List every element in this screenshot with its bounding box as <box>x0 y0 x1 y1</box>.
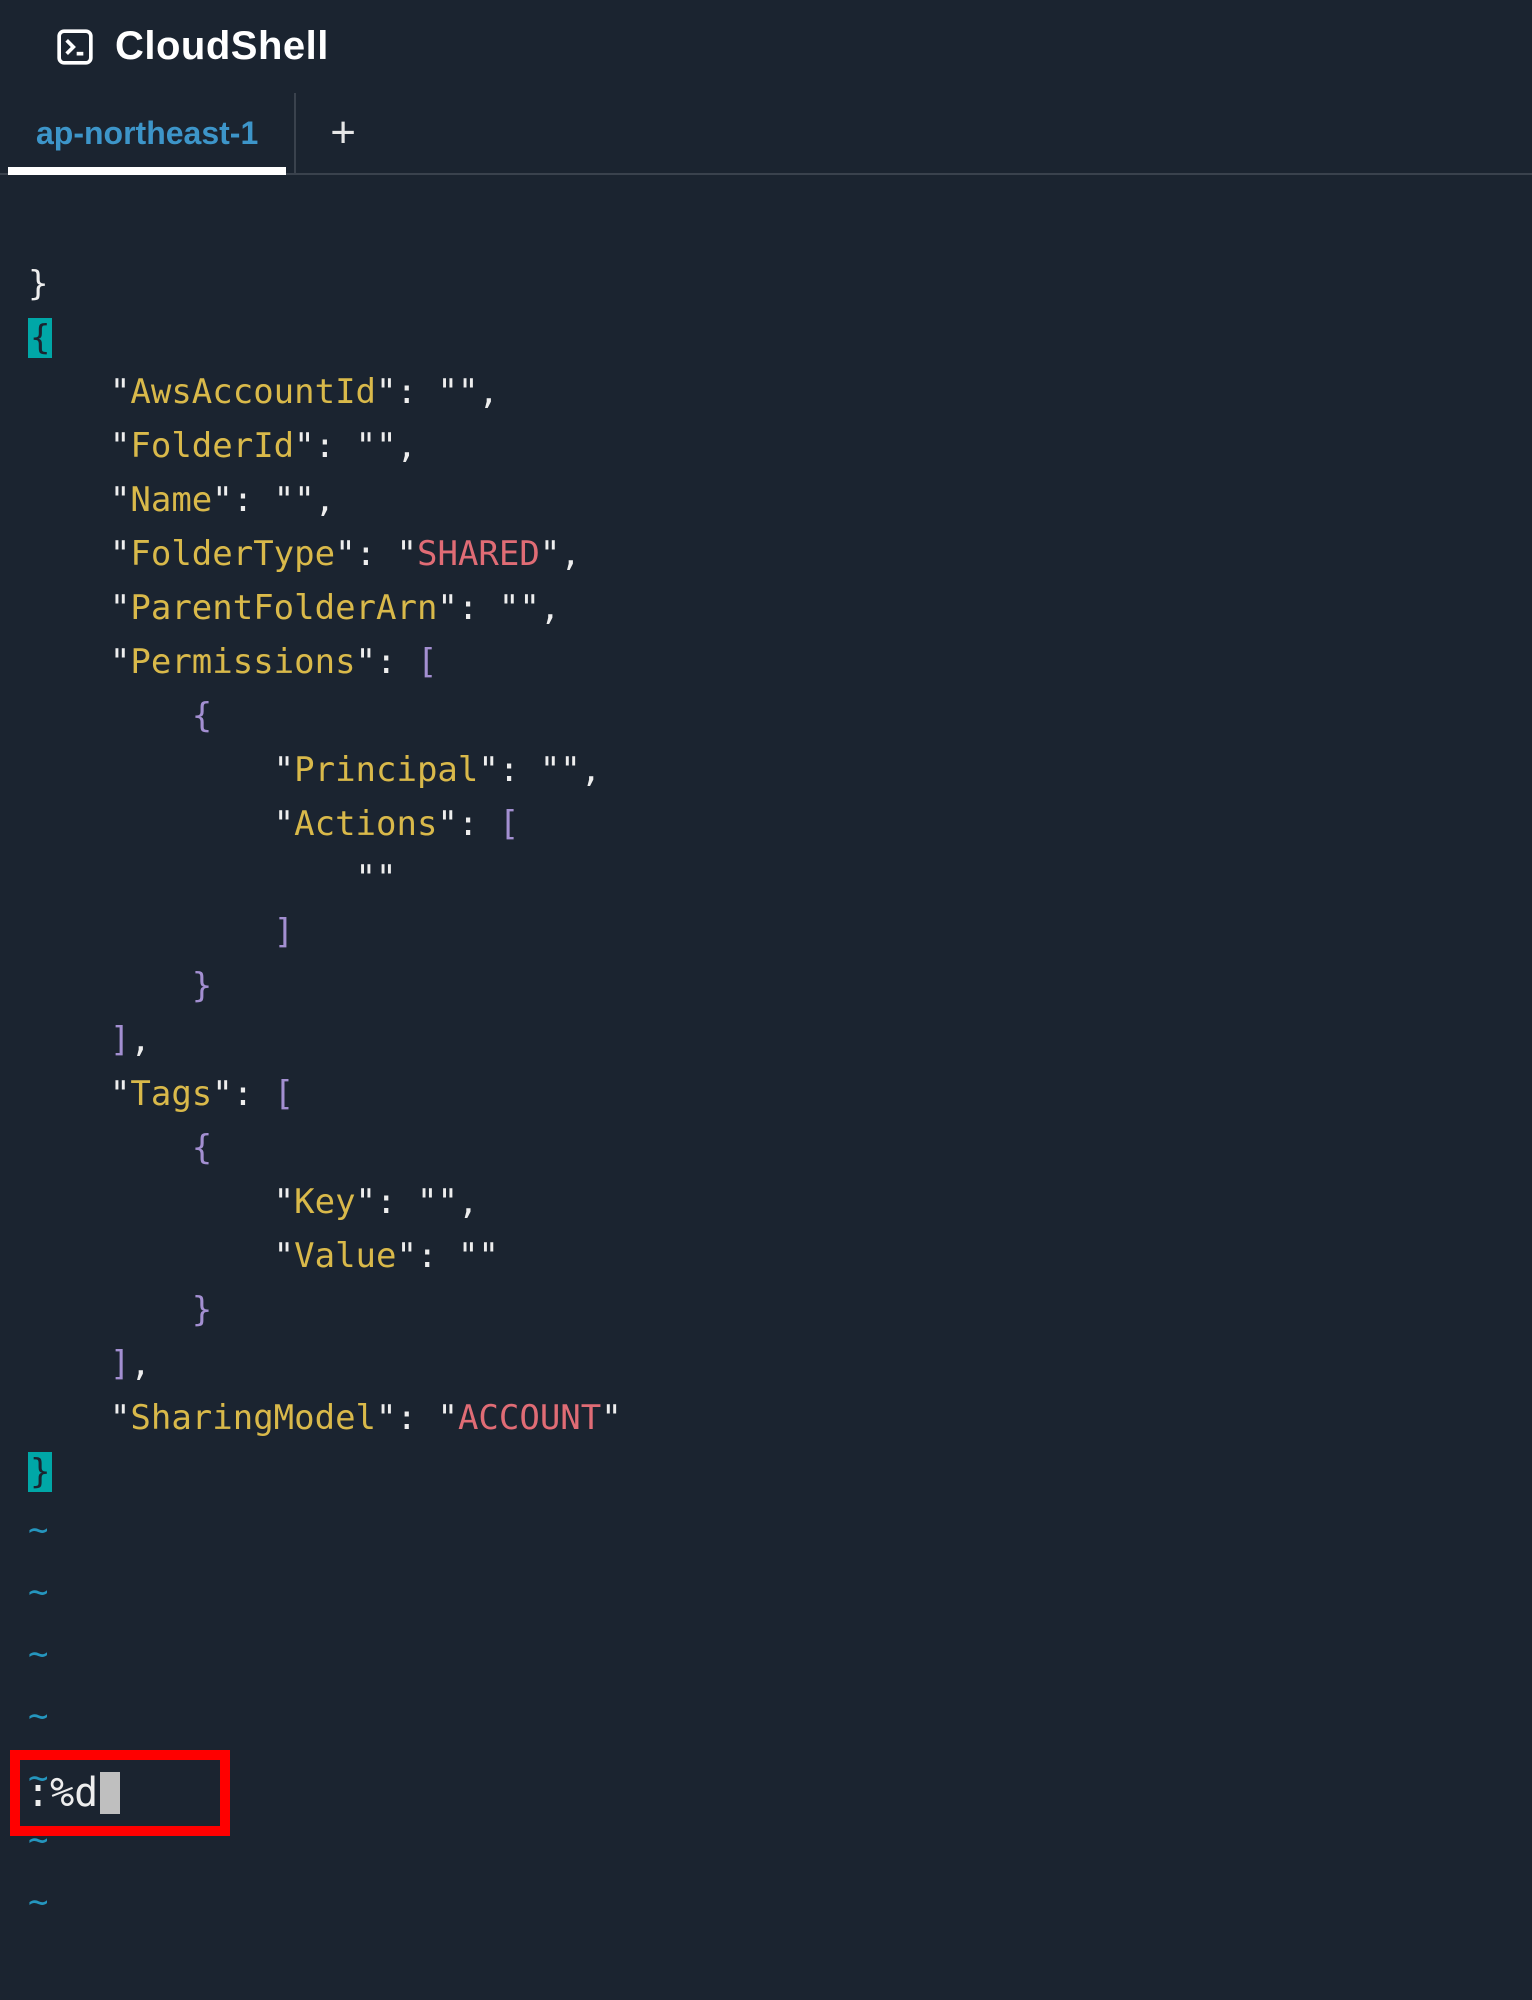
highlight-box: :%d <box>10 1750 230 1836</box>
app-title: CloudShell <box>115 24 329 69</box>
json-key: Principal <box>294 750 478 790</box>
terminal-icon <box>55 27 95 67</box>
cursor-icon <box>100 1772 120 1814</box>
plus-icon: + <box>330 108 356 158</box>
tab-region[interactable]: ap-northeast-1 <box>0 93 296 173</box>
new-tab-button[interactable]: + <box>296 93 390 173</box>
json-key: Name <box>130 480 212 520</box>
json-value: ACCOUNT <box>458 1398 601 1438</box>
cloudshell-header: CloudShell <box>0 0 1532 93</box>
vim-command-text: :%d <box>26 1770 98 1816</box>
vim-empty-lines: ~ ~ ~ ~ ~ ~ ~ <box>0 1499 1532 1933</box>
tab-bar: ap-northeast-1 + <box>0 93 1532 175</box>
json-key: Actions <box>294 804 437 844</box>
json-key: Tags <box>130 1074 212 1114</box>
json-value: SHARED <box>417 534 540 574</box>
json-key: SharingModel <box>130 1398 376 1438</box>
json-key: Value <box>294 1236 396 1276</box>
tab-region-label: ap-northeast-1 <box>36 115 258 152</box>
json-key: ParentFolderArn <box>130 588 437 628</box>
json-key: Permissions <box>130 642 355 682</box>
terminal-output[interactable]: } { "AwsAccountId": "", "FolderId": "", … <box>0 175 1532 1499</box>
json-key: AwsAccountId <box>130 372 376 412</box>
json-key: Key <box>294 1182 355 1222</box>
json-key: FolderId <box>130 426 294 466</box>
vim-command-line[interactable]: :%d <box>26 1770 120 1816</box>
json-key: FolderType <box>130 534 335 574</box>
